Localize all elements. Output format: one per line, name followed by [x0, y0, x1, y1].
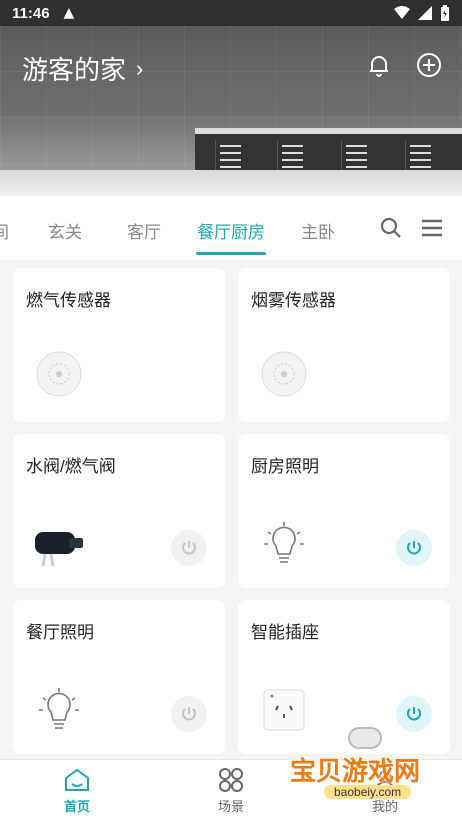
device-card-dining-light[interactable]: 餐厅照明	[13, 600, 225, 754]
card-title: 厨房照明	[251, 457, 319, 476]
card-title: 燃气传感器	[26, 291, 111, 310]
valve-icon	[31, 516, 87, 572]
home-icon	[63, 766, 91, 794]
card-title: 水阀/燃气阀	[26, 457, 116, 476]
scene-icon	[217, 766, 245, 794]
power-toggle-button[interactable]	[171, 530, 207, 566]
power-toggle-button[interactable]	[396, 530, 432, 566]
menu-icon	[422, 219, 442, 237]
warning-icon: ▲	[63, 5, 75, 21]
device-card-valve[interactable]: 水阀/燃气阀	[13, 434, 225, 588]
card-title: 烟雾传感器	[251, 291, 336, 310]
tab-entrance[interactable]: 玄关	[48, 218, 82, 243]
watermark: 宝贝游戏网 baobeiy.com	[290, 727, 450, 809]
search-icon	[380, 217, 401, 238]
card-title: 智能插座	[251, 623, 319, 642]
wifi-icon	[394, 6, 410, 19]
device-card-gas-sensor[interactable]: 燃气传感器	[13, 268, 225, 422]
device-card-smoke-sensor[interactable]: 烟雾传感器	[238, 268, 450, 422]
status-bar: 11:46 ▲	[0, 0, 462, 26]
tab-partial[interactable]: 间	[0, 218, 9, 243]
power-icon	[182, 541, 196, 555]
tab-living-room[interactable]: 客厅	[127, 218, 161, 243]
add-device-button[interactable]	[414, 50, 444, 80]
active-tab-indicator	[196, 252, 266, 255]
bell-icon	[370, 56, 388, 77]
device-card-kitchen-light[interactable]: 厨房照明	[238, 434, 450, 588]
plus-circle-icon	[417, 53, 441, 77]
battery-icon	[441, 5, 449, 21]
home-selector[interactable]: 游客的家 ›	[22, 50, 143, 87]
room-tabs: 间 玄关 客厅 餐厅厨房 主卧	[0, 196, 462, 260]
home-title: 游客的家	[22, 55, 127, 85]
search-button[interactable]	[379, 216, 403, 240]
power-toggle-button[interactable]	[171, 696, 207, 732]
nav-scene[interactable]: 场景	[201, 766, 261, 815]
menu-button[interactable]	[420, 216, 444, 240]
watermark-url: baobeiy.com	[324, 785, 412, 799]
notification-bell-button[interactable]	[364, 50, 394, 80]
nav-scene-label: 场景	[217, 799, 244, 814]
bulb-icon	[31, 682, 87, 738]
nav-home[interactable]: 首页	[47, 766, 107, 815]
chevron-right-icon: ›	[136, 55, 144, 81]
power-icon	[407, 541, 421, 555]
bulb-icon	[256, 516, 312, 572]
gamepad-icon	[348, 727, 382, 749]
status-icons	[394, 5, 450, 21]
gas-sensor-icon	[31, 346, 87, 402]
tab-master-bedroom[interactable]: 主卧	[301, 218, 335, 243]
watermark-text: 宝贝游戏网	[290, 757, 421, 787]
status-time: 11:46	[12, 4, 50, 22]
floor	[0, 170, 462, 196]
card-title: 餐厅照明	[26, 623, 94, 642]
nav-home-label: 首页	[63, 799, 90, 814]
power-icon	[182, 707, 196, 721]
tab-dining-kitchen[interactable]: 餐厅厨房	[197, 218, 265, 243]
signal-icon	[418, 6, 432, 20]
smoke-sensor-icon	[256, 346, 312, 402]
home-banner: 游客的家 ›	[0, 26, 462, 196]
power-icon	[407, 707, 421, 721]
